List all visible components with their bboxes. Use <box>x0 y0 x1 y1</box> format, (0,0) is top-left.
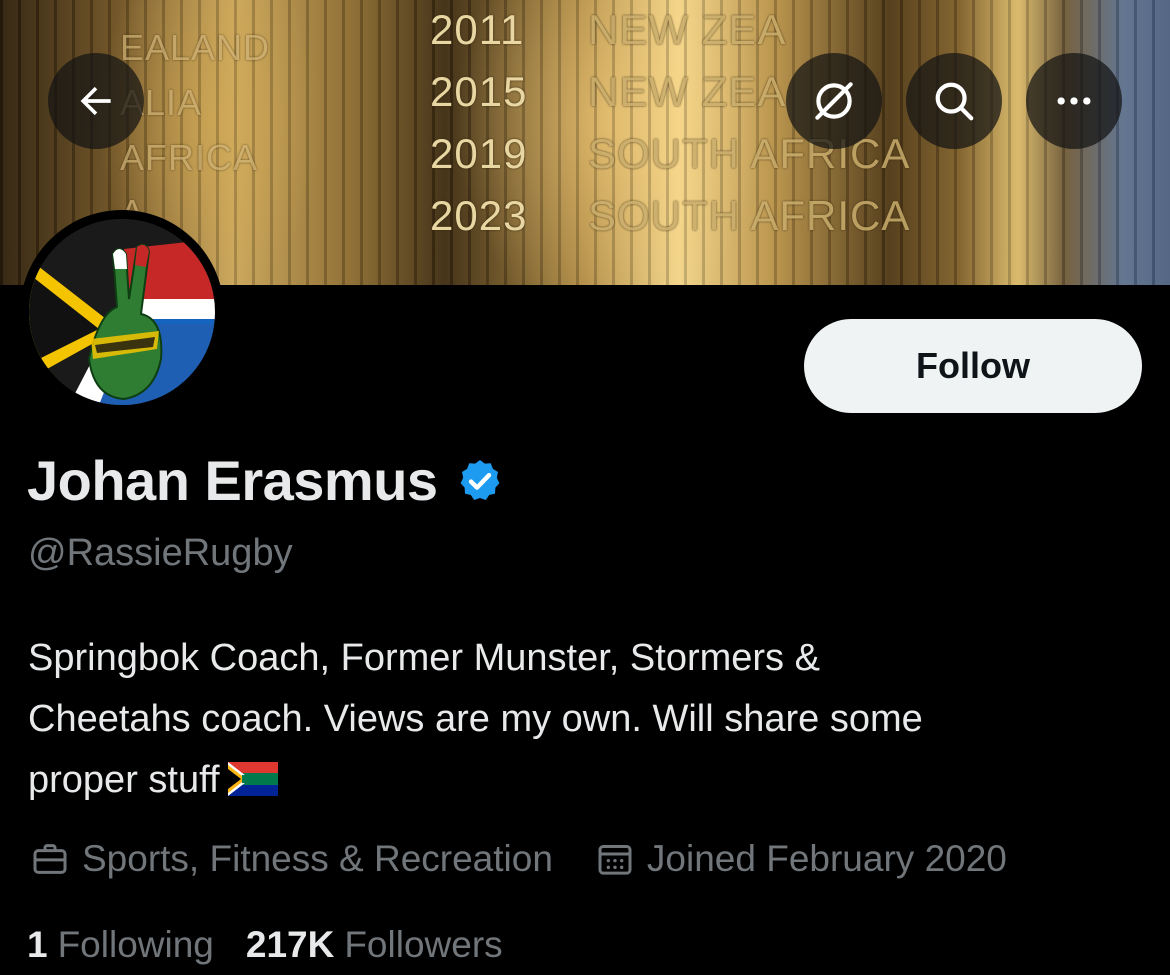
back-arrow-icon <box>80 86 111 116</box>
category-label: Sports, Fitness & Recreation <box>82 838 553 879</box>
engraving-country: SOUTH AFRICA <box>588 192 911 239</box>
followers-link[interactable]: 217K Followers <box>246 924 503 966</box>
briefcase-icon <box>33 844 67 874</box>
profile-joined: Joined February 2020 <box>595 838 1007 880</box>
search-button[interactable] <box>906 53 1002 149</box>
profile-name-row: Johan Erasmus <box>27 448 504 513</box>
engraving-line: AFRICA <box>120 137 259 178</box>
joined-label: Joined February 2020 <box>646 838 1007 879</box>
grok-icon <box>815 82 853 120</box>
peace-hand-flag-avatar-image <box>29 219 215 405</box>
profile-bio: Springbok Coach, Former Munster, Stormer… <box>28 628 1138 811</box>
following-count: 1 <box>27 924 48 965</box>
back-button[interactable] <box>48 53 144 149</box>
banner-left-engraving: EALAND ALIA AFRICA A <box>120 20 270 240</box>
bio-line: Cheetahs coach. Views are my own. Will s… <box>28 698 923 740</box>
follow-button[interactable]: Follow <box>804 319 1142 413</box>
calendar-icon <box>598 845 632 875</box>
followers-label: Followers <box>344 924 503 965</box>
follow-stats: 1 Following 217K Followers <box>27 924 503 966</box>
engraving-line: EALAND <box>120 27 271 68</box>
following-label: Following <box>57 924 214 965</box>
following-link[interactable]: 1 Following <box>27 924 214 966</box>
search-icon <box>935 82 974 121</box>
engraving-year: 2019 <box>430 130 528 177</box>
engraving-country: NEW ZEA <box>588 6 787 53</box>
bio-line: Springbok Coach, Former Munster, Stormer… <box>28 637 820 679</box>
banner-years: 2011 2015 2019 2023 <box>430 0 527 247</box>
verified-badge-icon[interactable] <box>456 457 504 505</box>
engraving-year: 2023 <box>430 192 528 239</box>
south-africa-flag-emoji <box>227 762 278 796</box>
avatar[interactable] <box>29 219 215 405</box>
more-button[interactable] <box>1026 53 1122 149</box>
bio-line-last: proper stuff <box>28 750 1138 811</box>
engraving-year: 2015 <box>430 68 528 115</box>
profile-name: Johan Erasmus <box>27 449 438 512</box>
engraving-year: 2011 <box>430 6 525 53</box>
profile-category: Sports, Fitness & Recreation <box>30 838 553 880</box>
grok-button[interactable] <box>786 53 882 149</box>
more-icon <box>1057 97 1091 105</box>
profile-meta: Sports, Fitness & Recreation Joined Febr… <box>30 838 1007 880</box>
bio-line: proper stuff <box>28 759 220 801</box>
profile-handle: @RassieRugby <box>28 532 293 574</box>
avatar-container[interactable] <box>20 210 224 414</box>
followers-count: 217K <box>245 924 335 965</box>
